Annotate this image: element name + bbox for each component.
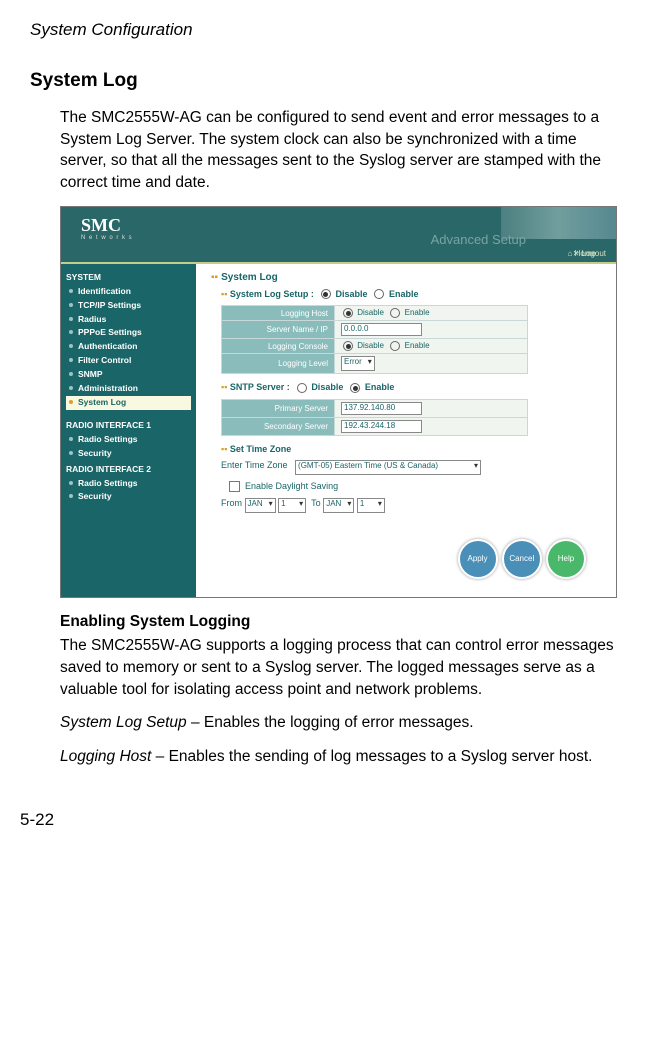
lh-disable-radio[interactable] [343, 308, 353, 318]
lc-enable-radio[interactable] [390, 341, 400, 351]
section-title: System Log [30, 70, 620, 92]
nav-pppoe[interactable]: PPPoE Settings [66, 326, 191, 340]
subsection-title: Enabling System Logging [60, 613, 620, 631]
syslog-setup-row: ▪▪ System Log Setup : Disable Enable [221, 289, 601, 300]
content-title-text: System Log [221, 272, 278, 283]
advanced-setup-label: Advanced Setup [431, 232, 526, 247]
nav-group-radio1: RADIO INTERFACE 1 [66, 420, 191, 430]
secondary-server-input[interactable]: 192.43.244.18 [341, 420, 422, 433]
dst-checkbox[interactable] [229, 481, 240, 492]
syslog-disable-label: Disable [335, 289, 367, 299]
sntp-enable-radio[interactable] [350, 383, 360, 393]
server-ip-label: Server Name / IP [222, 321, 335, 339]
nav-group-radio2: RADIO INTERFACE 2 [66, 464, 191, 474]
primary-server-label: Primary Server [222, 400, 335, 418]
dst-label: Enable Daylight Saving [245, 481, 338, 491]
secondary-server-label: Secondary Server [222, 418, 335, 436]
cancel-button[interactable]: Cancel [502, 539, 542, 579]
nav-admin[interactable]: Administration [66, 382, 191, 396]
to-month-select[interactable]: JAN [323, 498, 354, 513]
timezone-heading-text: Set Time Zone [230, 444, 291, 454]
param-syslog-setup: System Log Setup – Enables the logging o… [60, 712, 620, 734]
dst-row: Enable Daylight Saving [221, 481, 601, 492]
app-header: SMC N e t w o r k s Advanced Setup ⌂ Hom… [61, 207, 616, 264]
lc-disable-radio[interactable] [343, 341, 353, 351]
syslog-disable-radio[interactable] [321, 289, 331, 299]
sntp-row: ▪▪ SNTP Server : Disable Enable [221, 382, 601, 393]
brand-logo-sub: N e t w o r k s [81, 235, 133, 241]
footer-buttons: Apply Cancel Help [211, 519, 601, 589]
logging-level-select[interactable]: Error [341, 356, 375, 371]
nav-system-log[interactable]: System Log [66, 396, 191, 410]
sntp-enable-label: Enable [365, 382, 395, 392]
nav-group-system: SYSTEM [66, 272, 191, 282]
lc-enable-label: Enable [405, 341, 430, 350]
lh-disable-label: Disable [357, 308, 384, 317]
logout-link[interactable]: ✕ Logout [573, 249, 606, 258]
nav-snmp[interactable]: SNMP [66, 368, 191, 382]
content-title: ▪▪System Log [211, 272, 601, 283]
param2-name: Logging Host [60, 748, 151, 765]
syslog-setup-label: System Log Setup : [230, 289, 314, 299]
timezone-select[interactable]: (GMT-05) Eastern Time (US & Canada) [295, 460, 481, 475]
nav-auth[interactable]: Authentication [66, 340, 191, 354]
logging-level-label: Logging Level [222, 354, 335, 374]
nav-tcpip[interactable]: TCP/IP Settings [66, 299, 191, 313]
nav-radio2-security[interactable]: Security [66, 490, 191, 504]
lh-enable-label: Enable [405, 308, 430, 317]
subsection-paragraph: The SMC2555W-AG supports a logging proce… [60, 635, 620, 700]
param-logging-host: Logging Host – Enables the sending of lo… [60, 746, 620, 768]
config-screenshot: SMC N e t w o r k s Advanced Setup ⌂ Hom… [60, 206, 617, 598]
from-label: From [221, 498, 242, 508]
syslog-table: Logging Host Disable Enable Server Name … [221, 305, 528, 374]
brand-logo: SMC [81, 215, 121, 236]
lc-disable-label: Disable [357, 341, 384, 350]
from-month-select[interactable]: JAN [245, 498, 276, 513]
chapter-title: System Configuration [30, 20, 620, 40]
primary-server-input[interactable]: 137.92.140.80 [341, 402, 422, 415]
server-ip-input[interactable]: 0.0.0.0 [341, 323, 422, 336]
sidebar-nav: SYSTEM Identification TCP/IP Settings Ra… [61, 264, 196, 597]
apply-button[interactable]: Apply [458, 539, 498, 579]
enter-tz-row: Enter Time Zone (GMT-05) Eastern Time (U… [221, 460, 601, 475]
param2-desc: – Enables the sending of log messages to… [151, 748, 592, 765]
sntp-disable-label: Disable [311, 382, 343, 392]
to-label: To [311, 498, 321, 508]
nav-radio1-security[interactable]: Security [66, 447, 191, 461]
param1-name: System Log Setup [60, 714, 187, 731]
param1-desc: – Enables the logging of error messages. [187, 714, 474, 731]
enter-tz-label: Enter Time Zone [221, 460, 288, 470]
main-content: ▪▪System Log ▪▪ System Log Setup : Disab… [196, 264, 616, 597]
logging-console-label: Logging Console [222, 339, 335, 354]
nav-filter[interactable]: Filter Control [66, 354, 191, 368]
nav-radio2-settings[interactable]: Radio Settings [66, 477, 191, 491]
nav-identification[interactable]: Identification [66, 285, 191, 299]
logging-host-label: Logging Host [222, 306, 335, 321]
sntp-table: Primary Server 137.92.140.80 Secondary S… [221, 399, 528, 436]
syslog-enable-label: Enable [389, 289, 419, 299]
lh-enable-radio[interactable] [390, 308, 400, 318]
nav-radio1-settings[interactable]: Radio Settings [66, 433, 191, 447]
dst-range-row: From JAN 1 To JAN 1 [221, 498, 601, 513]
from-day-select[interactable]: 1 [278, 498, 306, 513]
help-button[interactable]: Help [546, 539, 586, 579]
sntp-disable-radio[interactable] [297, 383, 307, 393]
to-day-select[interactable]: 1 [357, 498, 385, 513]
page-number: 5-22 [20, 810, 54, 830]
nav-radius[interactable]: Radius [66, 313, 191, 327]
syslog-enable-radio[interactable] [374, 289, 384, 299]
timezone-heading: ▪▪ Set Time Zone [221, 444, 601, 454]
sntp-label: SNTP Server : [230, 382, 290, 392]
intro-paragraph: The SMC2555W-AG can be configured to sen… [60, 107, 620, 194]
